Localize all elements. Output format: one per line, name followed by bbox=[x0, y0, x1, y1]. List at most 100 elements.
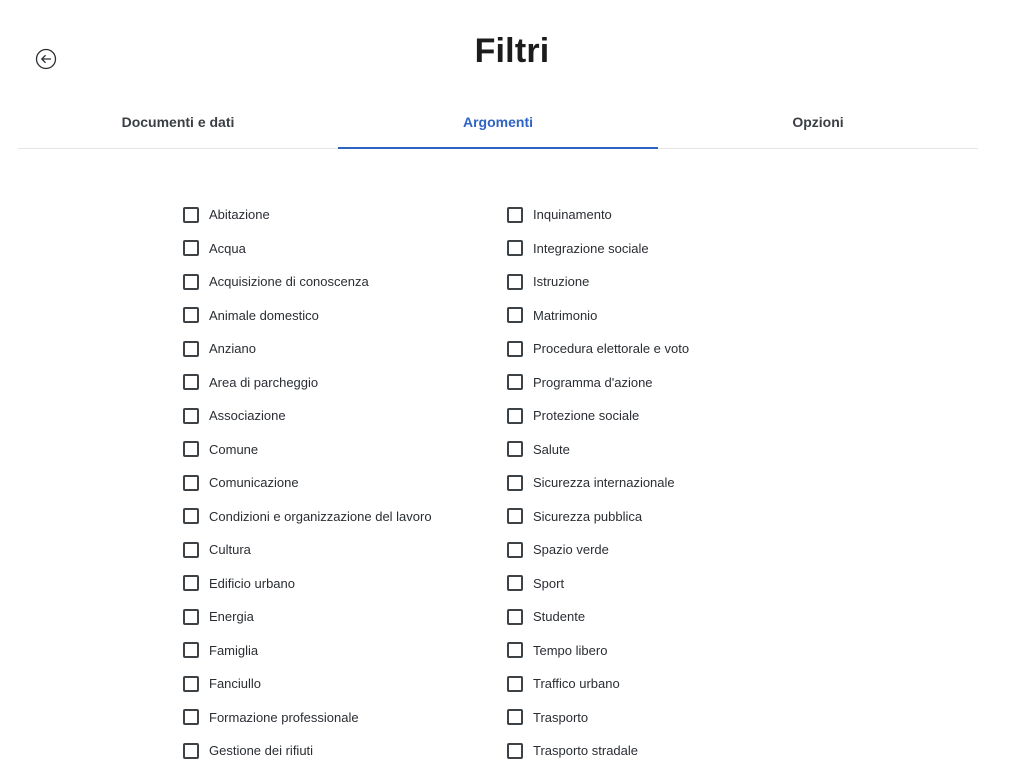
filter-option[interactable]: Inquinamento bbox=[507, 198, 689, 232]
filter-option[interactable]: Abitazione bbox=[183, 198, 432, 232]
filter-option-label: Sicurezza pubblica bbox=[533, 508, 643, 524]
tab-opzioni[interactable]: Opzioni bbox=[658, 88, 978, 148]
page-header: Filtri bbox=[0, 0, 1024, 88]
filter-option-label: Associazione bbox=[209, 408, 286, 424]
checkbox[interactable] bbox=[183, 608, 199, 625]
filter-option[interactable]: Protezione sociale bbox=[507, 399, 689, 433]
filter-option-label: Procedura elettorale e voto bbox=[533, 341, 690, 357]
filter-option[interactable]: Animale domestico bbox=[183, 299, 432, 333]
checkbox[interactable] bbox=[507, 742, 523, 759]
filter-option-label: Cultura bbox=[209, 542, 251, 558]
checkbox[interactable] bbox=[507, 642, 523, 659]
checkbox[interactable] bbox=[507, 575, 523, 592]
checkbox[interactable] bbox=[183, 642, 199, 659]
filter-option[interactable]: Sicurezza pubblica bbox=[507, 500, 689, 534]
filter-option[interactable]: Area di parcheggio bbox=[183, 366, 432, 400]
filter-option[interactable]: Gestione dei rifiuti bbox=[183, 734, 432, 768]
checkbox[interactable] bbox=[507, 273, 523, 290]
filter-option[interactable]: Acquisizione di conoscenza bbox=[183, 265, 432, 299]
checkbox[interactable] bbox=[183, 709, 199, 726]
filter-option[interactable]: Edificio urbano bbox=[183, 567, 432, 601]
filter-option-label: Tempo libero bbox=[533, 642, 608, 658]
filter-option-label: Energia bbox=[209, 609, 254, 625]
filter-option[interactable]: Anziano bbox=[183, 332, 432, 366]
filter-option-label: Acquisizione di conoscenza bbox=[209, 274, 369, 290]
checkbox[interactable] bbox=[507, 709, 523, 726]
filter-option[interactable]: Comunicazione bbox=[183, 466, 432, 500]
filter-option-label: Anziano bbox=[209, 341, 256, 357]
checkbox[interactable] bbox=[183, 307, 199, 324]
filter-option[interactable]: Fanciullo bbox=[183, 667, 432, 701]
checkbox[interactable] bbox=[507, 407, 523, 424]
checkbox[interactable] bbox=[507, 206, 523, 223]
checkbox[interactable] bbox=[507, 441, 523, 458]
filter-option-label: Istruzione bbox=[533, 274, 590, 290]
tab-bar: Documenti e dati Argomenti Opzioni bbox=[18, 88, 978, 149]
filter-option-label: Protezione sociale bbox=[533, 408, 640, 424]
filter-option[interactable]: Traffico urbano bbox=[507, 667, 689, 701]
checkbox[interactable] bbox=[183, 340, 199, 357]
filter-option[interactable]: Trasporto bbox=[507, 701, 689, 735]
filter-option[interactable]: Cultura bbox=[183, 533, 432, 567]
checkbox[interactable] bbox=[507, 307, 523, 324]
filter-option[interactable]: Matrimonio bbox=[507, 299, 689, 333]
checkbox[interactable] bbox=[507, 608, 523, 625]
page-title: Filtri bbox=[474, 32, 550, 70]
checkbox[interactable] bbox=[507, 508, 523, 525]
checkbox[interactable] bbox=[183, 240, 199, 257]
filter-option[interactable]: Sicurezza internazionale bbox=[507, 466, 689, 500]
filter-option-label: Famiglia bbox=[209, 642, 259, 658]
checkbox[interactable] bbox=[183, 474, 199, 491]
filter-option[interactable]: Istruzione bbox=[507, 265, 689, 299]
filter-option[interactable]: Energia bbox=[183, 600, 432, 634]
filter-option-label: Comune bbox=[209, 441, 259, 457]
checkbox[interactable] bbox=[183, 742, 199, 759]
filter-option[interactable]: Programma d'azione bbox=[507, 366, 689, 400]
filter-option-label: Animale domestico bbox=[209, 307, 319, 323]
checkbox[interactable] bbox=[183, 541, 199, 558]
filter-option[interactable]: Spazio verde bbox=[507, 533, 689, 567]
checkbox[interactable] bbox=[507, 675, 523, 692]
checkbox[interactable] bbox=[183, 675, 199, 692]
checkbox[interactable] bbox=[183, 374, 199, 391]
filter-option[interactable]: Comune bbox=[183, 433, 432, 467]
checkbox[interactable] bbox=[183, 206, 199, 223]
filter-option-label: Area di parcheggio bbox=[209, 374, 319, 390]
filter-option[interactable]: Procedura elettorale e voto bbox=[507, 332, 689, 366]
filter-option[interactable]: Tempo libero bbox=[507, 634, 689, 668]
filter-option-label: Formazione professionale bbox=[209, 709, 359, 725]
filter-option[interactable]: Acqua bbox=[183, 232, 432, 266]
filter-option-label: Condizioni e organizzazione del lavoro bbox=[209, 508, 432, 524]
filter-option-label: Studente bbox=[533, 609, 586, 625]
filter-option[interactable]: Integrazione sociale bbox=[507, 232, 689, 266]
checkbox[interactable] bbox=[183, 407, 199, 424]
checkbox[interactable] bbox=[183, 273, 199, 290]
tab-argomenti[interactable]: Argomenti bbox=[338, 88, 658, 149]
filter-option[interactable]: Sport bbox=[507, 567, 689, 601]
filter-option[interactable]: Famiglia bbox=[183, 634, 432, 668]
checkbox[interactable] bbox=[183, 575, 199, 592]
filter-option-label: Inquinamento bbox=[533, 207, 612, 223]
filter-option-label: Trasporto bbox=[533, 709, 589, 725]
filter-option[interactable]: Trasporto stradale bbox=[507, 734, 689, 768]
filter-option-label: Edificio urbano bbox=[209, 575, 295, 591]
checkbox[interactable] bbox=[183, 441, 199, 458]
filter-option[interactable]: Associazione bbox=[183, 399, 432, 433]
checkbox[interactable] bbox=[507, 541, 523, 558]
filter-option[interactable]: Condizioni e organizzazione del lavoro bbox=[183, 500, 432, 534]
checkbox[interactable] bbox=[507, 240, 523, 257]
checkbox[interactable] bbox=[183, 508, 199, 525]
filter-option[interactable]: Studente bbox=[507, 600, 689, 634]
checkbox[interactable] bbox=[507, 374, 523, 391]
tab-documenti-e-dati[interactable]: Documenti e dati bbox=[18, 88, 338, 148]
filter-option-label: Integrazione sociale bbox=[533, 240, 649, 256]
checkbox[interactable] bbox=[507, 340, 523, 357]
filter-option-label: Programma d'azione bbox=[533, 374, 653, 390]
filter-option[interactable]: Salute bbox=[507, 433, 689, 467]
filter-option[interactable]: Formazione professionale bbox=[183, 701, 432, 735]
filter-column-right: Inquinamento Integrazione sociale Istruz… bbox=[507, 198, 689, 768]
filter-option-label: Matrimonio bbox=[533, 307, 598, 323]
checkbox[interactable] bbox=[507, 474, 523, 491]
filter-column-left: Abitazione Acqua Acquisizione di conosce… bbox=[183, 198, 432, 768]
filter-option-label: Abitazione bbox=[209, 207, 270, 223]
